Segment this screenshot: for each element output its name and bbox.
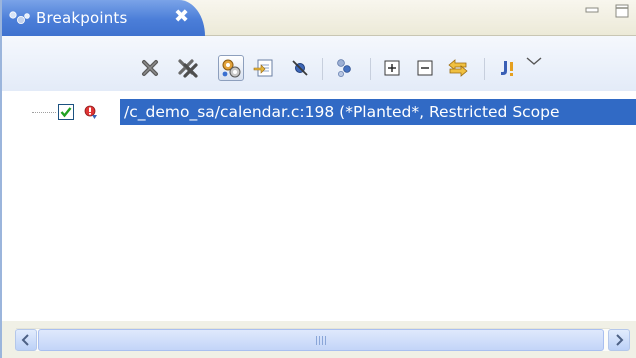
- link-icon[interactable]: [332, 56, 356, 80]
- breakpoint-enabled-checkbox[interactable]: [58, 104, 74, 120]
- toolbar-separator: [322, 58, 323, 80]
- tree-connector: [32, 112, 56, 113]
- goto-file-icon[interactable]: [252, 56, 276, 80]
- maximize-icon[interactable]: [615, 4, 629, 18]
- remove-x-icon[interactable]: [138, 56, 162, 80]
- tab-breakpoints[interactable]: Breakpoints ✖: [2, 0, 205, 36]
- checkmark-icon: [60, 107, 72, 118]
- scroll-grip-icon: [316, 336, 326, 345]
- scrollbar-thumb[interactable]: [38, 329, 604, 351]
- toolbar-separator: [484, 58, 485, 80]
- expand-all-icon[interactable]: [380, 56, 404, 80]
- remove-all-icon[interactable]: [176, 56, 200, 80]
- tab-title: Breakpoints: [36, 9, 128, 27]
- gears-icon[interactable]: [218, 55, 244, 81]
- view-tab-strip: Breakpoints ✖: [2, 0, 636, 36]
- breakpoint-restricted-icon: [82, 103, 100, 121]
- horizontal-scrollbar[interactable]: [2, 321, 636, 358]
- scroll-right-arrow-icon[interactable]: [608, 329, 630, 351]
- toolbar-separator: [370, 58, 371, 80]
- breakpoints-toolbar: [2, 36, 636, 91]
- tab-close-icon[interactable]: ✖: [174, 7, 192, 27]
- breakpoints-list: /c_demo_sa/calendar.c:198 (*Planted*, Re…: [2, 91, 636, 321]
- view-menu-chevron-icon[interactable]: [522, 50, 546, 74]
- exception-breakpoint-icon[interactable]: [496, 56, 520, 80]
- collapse-all-icon[interactable]: [413, 56, 437, 80]
- list-item[interactable]: /c_demo_sa/calendar.c:198 (*Planted*, Re…: [2, 99, 636, 125]
- skip-breakpoints-icon[interactable]: [288, 56, 312, 80]
- breakpoint-label[interactable]: /c_demo_sa/calendar.c:198 (*Planted*, Re…: [120, 99, 636, 125]
- breakpoints-view: Breakpoints ✖ /c_demo_sa/calendar.c:198 …: [0, 0, 636, 358]
- breakpoints-view-icon: [9, 10, 31, 26]
- sync-arrows-icon[interactable]: [446, 56, 470, 80]
- minimize-icon[interactable]: [585, 4, 599, 18]
- scroll-left-arrow-icon[interactable]: [15, 329, 37, 351]
